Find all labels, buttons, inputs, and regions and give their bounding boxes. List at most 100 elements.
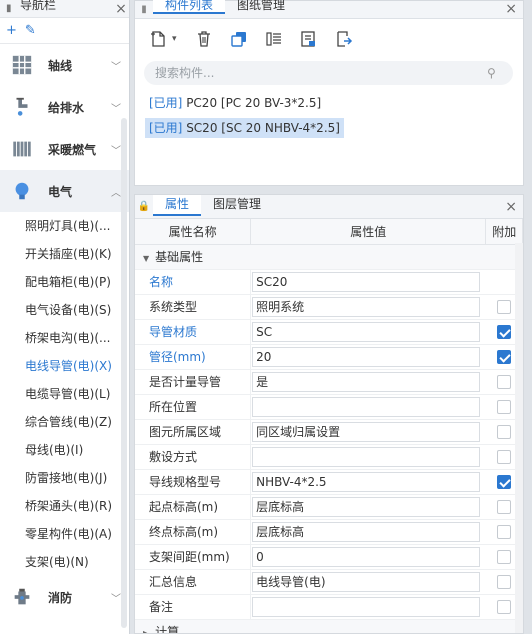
attach-checkbox[interactable] xyxy=(497,549,512,564)
search-input[interactable] xyxy=(155,66,487,80)
hydrant-icon xyxy=(10,585,34,609)
property-value-field[interactable]: SC20 xyxy=(252,271,480,292)
nav-sub-item[interactable]: 防雷接地(电)(J) xyxy=(0,464,129,492)
property-name: 管径(mm) xyxy=(135,344,252,370)
nav-sub-item[interactable]: 电气设备(电)(S) xyxy=(0,296,129,324)
category-bulb[interactable]: 电气 ︿ xyxy=(0,170,129,212)
nav-sub-item[interactable]: 零星构件(电)(A) xyxy=(0,520,129,548)
nav-sub-item[interactable]: 综合管线(电)(Z) xyxy=(0,408,129,436)
attach-checkbox[interactable] xyxy=(497,399,512,414)
category-grid[interactable]: 轴线 ﹀ xyxy=(0,44,129,86)
chevron-down-icon[interactable]: ▾ xyxy=(172,34,180,44)
property-name: 导线规格型号 xyxy=(135,469,252,495)
delete-icon[interactable] xyxy=(193,28,215,50)
nav-sub-item[interactable]: 配电箱柜(电)(P) xyxy=(0,268,129,296)
nav-sub-item[interactable]: 开关插座(电)(K) xyxy=(0,240,129,268)
tab-properties[interactable]: 属性 xyxy=(153,195,202,216)
expand-icon[interactable]: ▶ xyxy=(143,629,149,633)
chevron-down-icon[interactable]: ﹀ xyxy=(111,58,125,73)
attach-checkbox[interactable] xyxy=(497,299,512,314)
attach-checkbox[interactable] xyxy=(497,599,512,614)
property-name: 是否计量导管 xyxy=(135,369,252,395)
attach-checkbox[interactable] xyxy=(497,449,512,464)
property-value-field[interactable]: 电线导管(电) xyxy=(252,571,480,592)
property-row: 名称 SC20 xyxy=(135,269,523,295)
attach-checkbox[interactable] xyxy=(497,324,512,339)
property-value-field[interactable] xyxy=(252,446,480,467)
property-row: 终点标高(m) 层底标高 xyxy=(135,519,523,545)
category-faucet[interactable]: 给排水 ﹀ xyxy=(0,86,129,128)
category-label: 给排水 xyxy=(48,100,85,115)
close-icon[interactable]: × xyxy=(113,1,129,17)
property-row: 敷设方式 xyxy=(135,444,523,470)
property-row: 所在位置 xyxy=(135,394,523,420)
category-label: 轴线 xyxy=(48,58,73,73)
property-value-field[interactable]: 照明系统 xyxy=(252,296,480,317)
export-icon[interactable] xyxy=(333,28,355,50)
component-item[interactable]: [已用] PC20 [PC 20 BV-3*2.5] xyxy=(145,93,325,113)
pin-icon[interactable]: ▮ xyxy=(135,4,153,15)
property-row: 导管材质 SC xyxy=(135,319,523,345)
component-items: [已用] PC20 [PC 20 BV-3*2.5] [已用] SC20 [SC … xyxy=(135,85,523,151)
property-name: 名称 xyxy=(135,269,252,295)
nav-sub-item[interactable]: 母线(电)(I) xyxy=(0,436,129,464)
tab-drawing-management[interactable]: 图纸管理 xyxy=(225,0,297,14)
property-name: 备注 xyxy=(135,594,252,620)
property-group[interactable]: ▼ 基础属性 xyxy=(135,244,523,270)
nav-sub-item[interactable]: 桥架通头(电)(R) xyxy=(0,492,129,520)
property-value-field[interactable]: 是 xyxy=(252,371,480,392)
attach-checkbox[interactable] xyxy=(497,474,512,489)
search-box[interactable]: ⚲ xyxy=(144,61,513,85)
attach-checkbox[interactable] xyxy=(497,499,512,514)
property-value-field[interactable]: 层底标高 xyxy=(252,496,480,517)
attach-checkbox[interactable] xyxy=(497,374,512,389)
attach-checkbox[interactable] xyxy=(497,524,512,539)
category-hydrant[interactable]: 消防 ﹀ xyxy=(0,576,129,618)
attach-checkbox[interactable] xyxy=(497,574,512,589)
nav-sub-item[interactable]: 电线导管(电)(X) xyxy=(0,352,129,380)
property-value-field[interactable]: 20 xyxy=(252,346,480,367)
group-label: 基础属性 xyxy=(155,250,204,264)
chevron-down-icon[interactable]: ﹀ xyxy=(111,100,125,115)
property-value-field[interactable] xyxy=(252,596,480,617)
attach-checkbox[interactable] xyxy=(497,349,512,364)
close-icon[interactable]: × xyxy=(505,1,517,17)
pin-icon[interactable]: ▮ xyxy=(6,3,16,14)
column-header: 属性名称 xyxy=(135,219,252,245)
property-group[interactable]: ▶ 计算 xyxy=(135,619,523,633)
copy-icon[interactable] xyxy=(228,28,250,50)
tab-layer-management[interactable]: 图层管理 xyxy=(201,195,273,216)
property-value-field[interactable] xyxy=(252,396,480,417)
nav-sub-item[interactable]: 照明灯具(电)(... xyxy=(0,212,129,240)
navigator-scrollbar[interactable] xyxy=(121,118,127,628)
search-icon[interactable]: ⚲ xyxy=(487,66,513,80)
property-value-field[interactable]: NHBV-4*2.5 xyxy=(252,471,480,492)
property-row: 管径(mm) 20 xyxy=(135,344,523,370)
component-item[interactable]: [已用] SC20 [SC 20 NHBV-4*2.5] xyxy=(145,118,344,138)
close-icon[interactable]: × xyxy=(505,199,517,215)
property-value-field[interactable]: SC xyxy=(252,321,480,342)
edit-icon[interactable]: ✎ xyxy=(25,23,36,38)
nav-sub-item[interactable]: 电缆导管(电)(L) xyxy=(0,380,129,408)
property-value-field[interactable]: 层底标高 xyxy=(252,521,480,542)
property-name: 起点标高(m) xyxy=(135,494,252,520)
nav-sub-item[interactable]: 桥架电沟(电)(... xyxy=(0,324,129,352)
property-value-field[interactable]: 0 xyxy=(252,546,480,567)
lock-icon[interactable]: 🔒 xyxy=(135,201,153,212)
property-name: 导管材质 xyxy=(135,319,252,345)
property-name: 支架间距(mm) xyxy=(135,544,252,570)
property-value-field[interactable]: 同区域归属设置 xyxy=(252,421,480,442)
property-row: 备注 xyxy=(135,594,523,620)
sort-icon[interactable] xyxy=(298,28,320,50)
attach-checkbox[interactable] xyxy=(497,424,512,439)
collapse-icon[interactable]: ▼ xyxy=(143,254,149,263)
new-component-icon[interactable] xyxy=(147,28,169,50)
property-tabs: 🔒 属性 图层管理 × xyxy=(135,195,523,219)
nav-sub-item[interactable]: 支架(电)(N) xyxy=(0,548,129,576)
category-radiator[interactable]: 采暖燃气 ﹀ xyxy=(0,128,129,170)
add-icon[interactable]: + xyxy=(6,23,17,38)
navigator-title: 导航栏 xyxy=(20,0,57,12)
tab-component-list[interactable]: 构件列表 xyxy=(153,0,226,14)
layer-copy-icon[interactable] xyxy=(263,28,285,50)
properties-scrollbar[interactable] xyxy=(515,243,523,633)
